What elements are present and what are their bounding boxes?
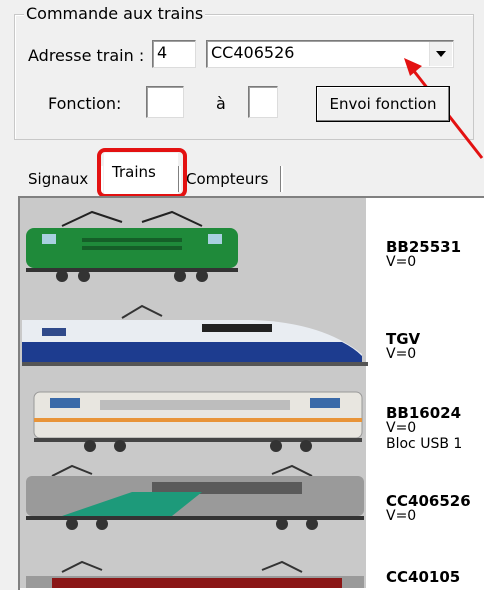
address-label: Adresse train : — [28, 46, 145, 65]
annotation-highlight-box — [97, 148, 187, 198]
train-name: CC40105 — [386, 568, 461, 586]
send-function-button[interactable]: Envoi fonction — [316, 86, 450, 122]
to-label: à — [216, 94, 226, 113]
tab-signaux[interactable]: Signaux — [24, 167, 92, 193]
group-title: Commande aux trains — [24, 4, 206, 23]
locomotive-tgv-image[interactable] — [22, 302, 368, 370]
locomotive-cc406526-image[interactable] — [22, 462, 368, 532]
train-location: Bloc USB 1 — [386, 436, 463, 452]
train-speed: V=0 — [386, 254, 417, 270]
locomotive-bb16024-image[interactable] — [30, 384, 366, 454]
train-speed: V=0 — [386, 508, 417, 524]
tab-compteurs[interactable]: Compteurs — [182, 167, 272, 193]
function-to-input[interactable] — [248, 86, 278, 118]
tab-divider — [280, 166, 283, 192]
train-speed: V=0 — [386, 346, 417, 362]
function-label: Fonction: — [48, 94, 122, 113]
train-speed: V=0 — [386, 420, 417, 436]
function-from-input[interactable] — [146, 86, 184, 118]
address-input[interactable]: 4 — [152, 40, 196, 68]
locomotive-bb25531-image[interactable] — [22, 206, 242, 286]
train-select-value: CC406526 — [211, 43, 295, 62]
locomotive-cc40105-image[interactable] — [22, 558, 368, 588]
